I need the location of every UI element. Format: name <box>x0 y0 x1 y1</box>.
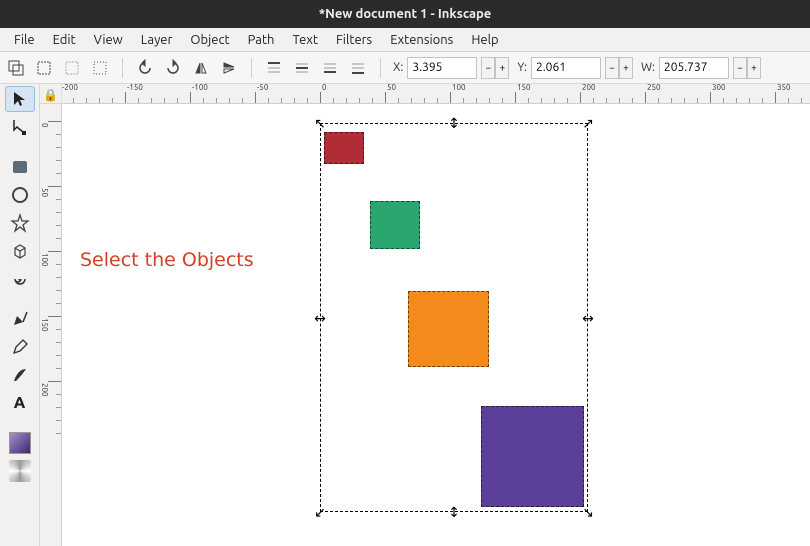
menu-view[interactable]: View <box>86 31 131 49</box>
star-tool[interactable] <box>5 210 35 236</box>
raise-to-top-button[interactable] <box>264 58 284 78</box>
text-tool[interactable]: A <box>5 390 35 416</box>
title-bar: *New document 1 - Inkscape <box>0 0 810 28</box>
handle-se[interactable]: ↘ <box>582 506 594 518</box>
x-decrement-button[interactable]: − <box>481 57 495 79</box>
ruler-tick: 0 <box>40 121 61 128</box>
gradient-swatch-icon <box>9 432 31 454</box>
ruler-tick: -150 <box>125 84 143 103</box>
vertical-ruler: 050100150200 <box>40 104 62 546</box>
menu-extensions[interactable]: Extensions <box>382 31 461 49</box>
lower-to-bottom-button[interactable] <box>348 58 368 78</box>
ruler-tick: 50 <box>385 84 396 103</box>
handle-sw[interactable]: ↙ <box>314 506 326 518</box>
select-all-layers-button[interactable] <box>6 58 26 78</box>
red-square[interactable] <box>324 132 364 164</box>
window-title: *New document 1 - Inkscape <box>319 7 492 21</box>
separator <box>380 58 381 78</box>
ellipse-tool[interactable] <box>5 182 35 208</box>
raise-button[interactable] <box>292 58 312 78</box>
pencil-tool[interactable] <box>5 334 35 360</box>
handle-ne[interactable]: ↗ <box>582 117 594 129</box>
rotate-ccw-button[interactable] <box>135 58 155 78</box>
x-increment-button[interactable]: + <box>495 57 509 79</box>
y-increment-button[interactable]: + <box>619 57 633 79</box>
w-increment-button[interactable]: + <box>747 57 761 79</box>
ruler-tick: 50 <box>40 186 61 197</box>
w-label: W: <box>641 61 655 74</box>
tweak-tool[interactable] <box>5 458 35 484</box>
canvas[interactable]: Select the Objects ↖ ↕ ↗ ↔ ↘ ↕ ↙ ↔ <box>62 104 810 546</box>
gradient-tool[interactable] <box>5 430 35 456</box>
select-all-button[interactable] <box>34 58 54 78</box>
separator <box>251 58 252 78</box>
toggle-bbox-button[interactable] <box>90 58 110 78</box>
green-square[interactable] <box>370 201 420 249</box>
handle-e[interactable]: ↔ <box>582 312 594 324</box>
y-input[interactable] <box>531 57 601 79</box>
annotation-text: Select the Objects <box>80 249 254 271</box>
main-area: A 🔒 -200-150-100-50050100150200250300350… <box>0 84 810 546</box>
3dbox-tool[interactable] <box>5 238 35 264</box>
selector-tool[interactable] <box>5 86 35 112</box>
rectangle-tool[interactable] <box>5 154 35 180</box>
ruler-tick: -100 <box>190 84 208 103</box>
w-input[interactable] <box>659 57 729 79</box>
w-decrement-button[interactable]: − <box>733 57 747 79</box>
menu-help[interactable]: Help <box>463 31 506 49</box>
pen-tool[interactable] <box>5 306 35 332</box>
menu-edit[interactable]: Edit <box>45 31 84 49</box>
separator <box>122 58 123 78</box>
rotate-cw-button[interactable] <box>163 58 183 78</box>
handle-n[interactable]: ↕ <box>448 117 460 129</box>
ruler-tick: 0 <box>320 84 327 103</box>
ruler-lock-corner[interactable]: 🔒 <box>40 84 62 104</box>
node-tool[interactable] <box>5 114 35 140</box>
x-label: X: <box>393 61 403 74</box>
handle-w[interactable]: ↔ <box>314 312 326 324</box>
swirl-icon <box>9 460 31 482</box>
toolbox: A <box>0 84 40 546</box>
ruler-tick: -200 <box>62 84 78 103</box>
lower-button[interactable] <box>320 58 340 78</box>
menu-layer[interactable]: Layer <box>133 31 181 49</box>
menu-path[interactable]: Path <box>240 31 283 49</box>
y-label: Y: <box>517 61 527 74</box>
x-input[interactable] <box>407 57 477 79</box>
ruler-tick: -50 <box>255 84 268 103</box>
flip-horizontal-button[interactable] <box>191 58 211 78</box>
lock-icon: 🔒 <box>43 88 58 102</box>
horizontal-ruler: -200-150-100-50050100150200250300350 <box>62 84 810 104</box>
handle-nw[interactable]: ↖ <box>314 117 326 129</box>
flip-vertical-button[interactable] <box>219 58 239 78</box>
y-decrement-button[interactable]: − <box>605 57 619 79</box>
deselect-button[interactable] <box>62 58 82 78</box>
menu-object[interactable]: Object <box>182 31 237 49</box>
handle-s[interactable]: ↕ <box>448 506 460 518</box>
orange-square[interactable] <box>408 291 489 367</box>
calligraphy-tool[interactable] <box>5 362 35 388</box>
menu-bar: File Edit View Layer Object Path Text Fi… <box>0 28 810 52</box>
menu-file[interactable]: File <box>6 31 43 49</box>
purple-square[interactable] <box>481 406 584 507</box>
spiral-tool[interactable] <box>5 266 35 292</box>
menu-text[interactable]: Text <box>284 31 325 49</box>
tool-options-bar: X: − + Y: − + W: − + <box>0 52 810 84</box>
menu-filters[interactable]: Filters <box>328 31 380 49</box>
